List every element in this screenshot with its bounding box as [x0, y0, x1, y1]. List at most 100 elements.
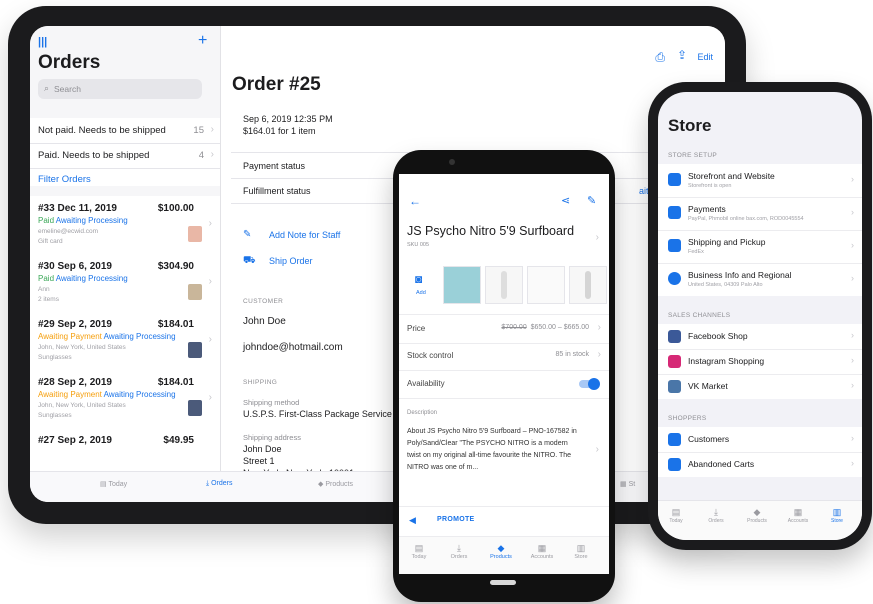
availability-toggle[interactable]	[579, 378, 600, 390]
home-indicator[interactable]	[490, 580, 516, 585]
order-row[interactable]: #28 Sep 2, 2019 $184.01 Awaiting Payment…	[30, 370, 220, 429]
iphone-screen: Store STORE SETUP Storefront and Website…	[658, 92, 862, 540]
order-amount: $184.01	[157, 319, 194, 330]
tab-label: St	[628, 481, 636, 488]
android-device: ← ⋖ ✎ JS Psycho Nitro 5'9 Surfboard SKU …	[393, 150, 615, 602]
chevron-right-icon: ›	[595, 232, 599, 243]
order-items: Sunglasses	[38, 412, 72, 419]
barcode-icon[interactable]: |||	[38, 36, 47, 48]
availability-label: Availability	[407, 379, 445, 388]
tab-store[interactable]: ▦ St	[620, 480, 635, 488]
abandoned-carts-row[interactable]: Abandoned Carts ›	[658, 452, 862, 477]
customer-header: CUSTOMER	[243, 298, 284, 305]
chevron-right-icon: ›	[851, 433, 854, 443]
chevron-right-icon: ›	[851, 240, 854, 250]
note-icon: ✎	[243, 229, 252, 240]
tab-store[interactable]: ▥ Store	[826, 507, 848, 524]
order-number: #30	[38, 261, 55, 272]
product-image[interactable]	[485, 266, 523, 304]
add-note-button[interactable]: Add Note for Staff	[269, 230, 340, 240]
facebook-shop-row[interactable]: Facebook Shop ›	[658, 324, 862, 350]
stock-row[interactable]: Stock control 85 in stock ›	[399, 342, 609, 371]
share-icon[interactable]: ⇪	[677, 48, 687, 62]
customer-email[interactable]: johndoe@hotmail.com	[243, 342, 343, 353]
store-icon: ▦	[620, 481, 627, 488]
print-icon[interactable]: ⎙	[655, 50, 665, 65]
orders-list: #33 Dec 11, 2019 $100.00 Paid Awaiting P…	[30, 196, 220, 476]
product-image[interactable]	[443, 266, 481, 304]
promote-button[interactable]: ◀ PROMOTE	[399, 506, 609, 533]
tab-orders[interactable]: ⤓ Orders	[449, 543, 469, 560]
back-arrow-icon[interactable]: ←	[409, 194, 421, 208]
fulfillment-status: Awaiting Processing	[55, 274, 128, 283]
business-info-row[interactable]: Business Info and Regional United States…	[658, 263, 862, 296]
tab-products[interactable]: ◆ Products	[487, 543, 515, 560]
shoppers-group: Customers › Abandoned Carts ›	[658, 427, 862, 477]
order-row[interactable]: #27 Sep 2, 2019 $49.95	[30, 428, 220, 476]
filter-list: Not paid. Needs to be shipped 15 › Paid.…	[30, 118, 220, 186]
order-items: 2 items	[38, 296, 59, 303]
download-icon: ⤓	[714, 507, 718, 517]
product-title: JS Psycho Nitro 5'9 Surfboard	[407, 224, 575, 238]
customers-row[interactable]: Customers ›	[658, 427, 862, 453]
truck-icon: ⛟	[243, 255, 256, 266]
row-subtitle: FedEx	[688, 249, 704, 255]
fulfillment-status: Awaiting Processing	[55, 216, 128, 225]
ship-order-button[interactable]: Ship Order	[269, 256, 313, 266]
add-icon[interactable]: +	[198, 32, 207, 50]
tab-label: Today	[411, 554, 427, 560]
tab-today[interactable]: ▤ Today	[100, 480, 127, 488]
order-customer: Ann	[38, 286, 50, 293]
order-amount: $100.00	[157, 203, 194, 214]
description-text[interactable]: About JS Psycho Nitro 5'9 Surfboard – PN…	[407, 426, 583, 474]
customer-name[interactable]: John Doe	[243, 316, 286, 327]
row-title: Storefront and Website	[688, 171, 775, 181]
filter-paid[interactable]: Paid. Needs to be shipped 4 ›	[30, 143, 220, 169]
filter-orders-link[interactable]: Filter Orders	[38, 174, 91, 185]
tab-products[interactable]: ◆ Products	[744, 507, 770, 524]
tab-accounts[interactable]: ▦ Accounts	[527, 543, 557, 560]
sidebar-title: Orders	[38, 52, 101, 73]
order-row[interactable]: #29 Sep 2, 2019 $184.01 Awaiting Payment…	[30, 312, 220, 371]
filter-not-paid[interactable]: Not paid. Needs to be shipped 15 ›	[30, 118, 220, 144]
share-icon[interactable]: ⋖	[561, 194, 570, 207]
tab-label: Accounts	[530, 554, 554, 560]
tag-icon: ◆	[318, 481, 324, 488]
store-title: Store	[668, 116, 712, 135]
tab-orders[interactable]: ⤓ Orders	[206, 480, 232, 488]
product-image[interactable]	[527, 266, 565, 304]
stock-value: 85 in stock	[555, 351, 589, 358]
chevron-right-icon: ›	[851, 273, 854, 283]
order-row[interactable]: #33 Dec 11, 2019 $100.00 Paid Awaiting P…	[30, 196, 220, 255]
row-subtitle: PayPal, Phmobil online bax.com, ROD00455…	[688, 216, 804, 222]
storefront-icon	[668, 173, 681, 186]
edit-pencil-icon[interactable]: ✎	[587, 194, 596, 207]
tab-store[interactable]: ▥ Store	[569, 543, 593, 560]
row-subtitle: United States, 04309 Palo Alto	[688, 282, 763, 288]
vk-market-row[interactable]: VK Market ›	[658, 374, 862, 399]
tab-accounts[interactable]: ▦ Accounts	[784, 507, 812, 524]
chevron-right-icon: ›	[851, 458, 854, 468]
order-number: #28	[38, 377, 55, 388]
edit-button[interactable]: Edit	[697, 52, 713, 62]
tab-label: Products	[747, 518, 767, 524]
shipping-row[interactable]: Shipping and Pickup FedEx ›	[658, 230, 862, 264]
tab-label: Orders	[708, 518, 724, 524]
instagram-shopping-row[interactable]: Instagram Shopping ›	[658, 349, 862, 375]
product-image[interactable]	[569, 266, 607, 304]
instagram-icon	[668, 355, 681, 368]
accounts-icon: ▦	[793, 507, 803, 517]
storefront-row[interactable]: Storefront and Website Storefront is ope…	[658, 164, 862, 198]
tab-orders[interactable]: ⤓ Orders	[706, 507, 726, 524]
add-photo-button[interactable]: ◙ Add	[407, 266, 437, 302]
tab-products[interactable]: ◆ Products	[318, 480, 353, 488]
order-date: Sep 2, 2019	[57, 319, 112, 330]
tab-today[interactable]: ▤ Today	[409, 543, 429, 560]
order-row[interactable]: #30 Sep 6, 2019 $304.90 Paid Awaiting Pr…	[30, 254, 220, 313]
price-row[interactable]: Price $700.00 $650.00 – $665.00 ›	[399, 314, 609, 344]
search-input[interactable]: ⌕ Search	[38, 79, 202, 99]
tab-today[interactable]: ▤ Today	[666, 507, 686, 524]
payments-row[interactable]: Payments PayPal, Phmobil online bax.com,…	[658, 197, 862, 231]
price-label: Price	[407, 324, 426, 333]
address-line: John Doe	[243, 444, 282, 454]
